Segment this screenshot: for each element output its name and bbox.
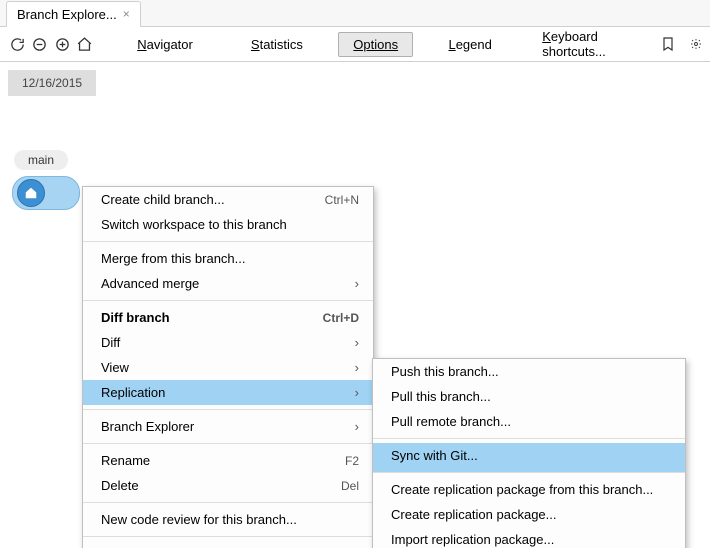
submenu-create-pkg[interactable]: Create replication package... xyxy=(373,502,685,527)
branch-name-chip[interactable]: main xyxy=(14,150,68,170)
context-menu: Create child branch... Ctrl+N Switch wor… xyxy=(82,186,374,548)
submenu-sync-with-git[interactable]: Sync with Git... xyxy=(373,443,685,473)
menu-label: Replication xyxy=(101,385,165,400)
menu-label: Pull remote branch... xyxy=(391,414,511,429)
menu-label: Delete xyxy=(101,478,139,493)
statistics-button[interactable]: Statistics xyxy=(236,32,318,57)
menu-label: Diff branch xyxy=(101,310,170,325)
menu-label: Push this branch... xyxy=(391,364,499,379)
menu-create-child-branch[interactable]: Create child branch... Ctrl+N xyxy=(83,187,373,212)
menu-label: Diff xyxy=(101,335,120,350)
menu-diff-branch[interactable]: Diff branch Ctrl+D xyxy=(83,305,373,330)
menu-label: Pull this branch... xyxy=(391,389,491,404)
home-changeset-icon xyxy=(17,179,45,207)
statistics-label: tatistics xyxy=(260,37,303,52)
menu-diff[interactable]: Diff › xyxy=(83,330,373,355)
keyboard-shortcuts-button[interactable]: Keyboard shortcuts... xyxy=(527,24,652,64)
menu-new-code-review[interactable]: New code review for this branch... xyxy=(83,507,373,537)
home-icon[interactable] xyxy=(76,32,95,56)
tab-branch-explorer[interactable]: Branch Explore... × xyxy=(6,1,141,27)
menu-label: Switch workspace to this branch xyxy=(101,217,287,232)
chevron-right-icon: › xyxy=(355,360,359,375)
menu-label: Create replication package... xyxy=(391,507,556,522)
submenu-import-pkg[interactable]: Import replication package... xyxy=(373,527,685,548)
menu-label: Create replication package from this bra… xyxy=(391,482,653,497)
options-button[interactable]: Options xyxy=(338,32,413,57)
tab-bar: Branch Explore... × xyxy=(0,0,710,27)
close-icon[interactable]: × xyxy=(123,7,130,21)
menu-label: Advanced merge xyxy=(101,276,199,291)
zoom-in-icon[interactable] xyxy=(53,32,72,56)
menu-create-top-level-branch[interactable]: Create top-level branch... xyxy=(83,541,373,548)
menu-rename[interactable]: Rename F2 xyxy=(83,448,373,473)
zoom-out-icon[interactable] xyxy=(31,32,50,56)
navigator-button[interactable]: Navigator xyxy=(122,32,208,57)
menu-advanced-merge[interactable]: Advanced merge › xyxy=(83,271,373,301)
menu-label: Sync with Git... xyxy=(391,448,478,463)
navigator-label: avigator xyxy=(147,37,193,52)
keyboard-label: eyboard shortcuts... xyxy=(542,29,606,59)
menu-label: Merge from this branch... xyxy=(101,251,246,266)
chevron-right-icon: › xyxy=(355,335,359,350)
menu-shortcut: Ctrl+N xyxy=(325,193,359,207)
chevron-right-icon: › xyxy=(355,385,359,400)
submenu-push-branch[interactable]: Push this branch... xyxy=(373,359,685,384)
options-label: Options xyxy=(353,37,398,52)
legend-label: egend xyxy=(456,37,492,52)
menu-label: Branch Explorer xyxy=(101,419,194,434)
menu-delete[interactable]: Delete Del xyxy=(83,473,373,503)
date-header: 12/16/2015 xyxy=(8,70,96,96)
tab-title: Branch Explore... xyxy=(17,7,117,22)
replication-submenu: Push this branch... Pull this branch... … xyxy=(372,358,686,548)
menu-merge-from[interactable]: Merge from this branch... xyxy=(83,246,373,271)
submenu-pull-remote-branch[interactable]: Pull remote branch... xyxy=(373,409,685,439)
submenu-pull-branch[interactable]: Pull this branch... xyxy=(373,384,685,409)
toolbar: Navigator Statistics Options Legend Keyb… xyxy=(0,27,710,62)
submenu-create-pkg-from-branch[interactable]: Create replication package from this bra… xyxy=(373,477,685,502)
refresh-icon[interactable] xyxy=(8,32,27,56)
menu-switch-workspace[interactable]: Switch workspace to this branch xyxy=(83,212,373,242)
menu-label: View xyxy=(101,360,129,375)
canvas: 12/16/2015 main Create child branch... C… xyxy=(0,62,710,104)
menu-label: Rename xyxy=(101,453,150,468)
legend-button[interactable]: Legend xyxy=(433,32,506,57)
branch-node-main[interactable] xyxy=(12,176,80,210)
menu-view[interactable]: View › xyxy=(83,355,373,380)
menu-label: Create child branch... xyxy=(101,192,225,207)
chevron-right-icon: › xyxy=(355,419,359,434)
menu-shortcut: Ctrl+D xyxy=(323,311,359,325)
chevron-right-icon: › xyxy=(355,276,359,291)
bookmark-icon[interactable] xyxy=(656,32,680,56)
settings-icon[interactable] xyxy=(690,32,702,56)
menu-label: Import replication package... xyxy=(391,532,554,547)
menu-shortcut: F2 xyxy=(345,454,359,468)
menu-shortcut: Del xyxy=(341,479,359,493)
menu-replication[interactable]: Replication › xyxy=(83,380,373,405)
menu-branch-explorer[interactable]: Branch Explorer › xyxy=(83,409,373,444)
menu-label: New code review for this branch... xyxy=(101,512,297,527)
